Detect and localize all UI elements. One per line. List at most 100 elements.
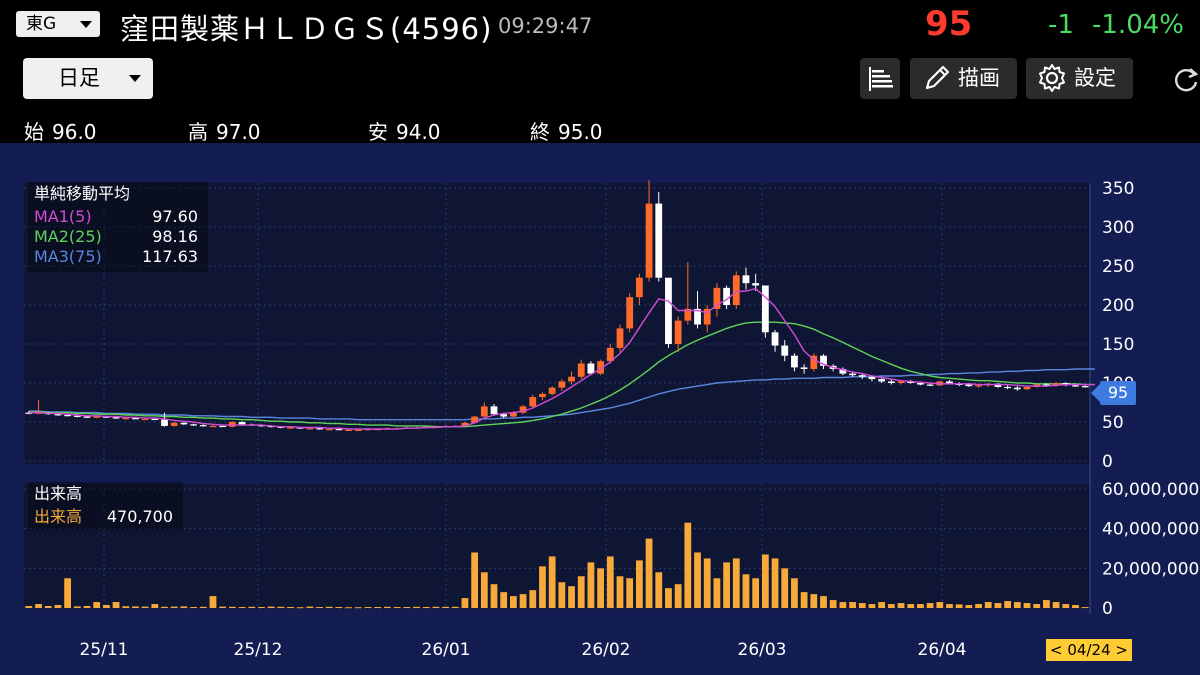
volume-bar xyxy=(1042,600,1050,608)
volume-bar xyxy=(461,598,469,608)
period-select[interactable]: 日足 xyxy=(23,58,153,99)
candle-body xyxy=(199,425,207,427)
volume-bar xyxy=(258,607,265,609)
y-tick-label: 250 xyxy=(1102,257,1134,277)
candle-body xyxy=(742,275,750,284)
volume-bar xyxy=(626,578,634,608)
high-value: 97.0 xyxy=(216,120,261,144)
candle-body xyxy=(732,275,740,305)
y-tick-label: 200 xyxy=(1102,296,1134,316)
period-label: 日足 xyxy=(58,66,100,90)
volume-bar xyxy=(267,606,275,608)
volume-bar xyxy=(616,576,624,608)
candle-body xyxy=(122,418,130,420)
stock-name: 窪田製薬ＨＬＤＧＳ xyxy=(120,12,391,46)
candle-body xyxy=(539,393,546,398)
candle-body xyxy=(1023,386,1031,390)
volume-bar xyxy=(946,604,953,608)
volume-bar xyxy=(442,606,449,608)
candle-body xyxy=(674,320,682,344)
volume-bar xyxy=(199,606,207,608)
candle-body xyxy=(587,363,595,374)
volume-bar xyxy=(665,588,672,608)
high-label: 高 xyxy=(188,120,208,144)
candle-body xyxy=(190,424,197,426)
candle-body xyxy=(849,373,856,376)
candle-body xyxy=(635,277,643,298)
candle-body xyxy=(500,414,508,417)
candle-body xyxy=(480,406,488,417)
volume-bar xyxy=(752,578,760,608)
indicator-list-button[interactable] xyxy=(860,58,900,99)
volume-bar xyxy=(955,604,963,608)
candle-body xyxy=(83,416,91,418)
draw-label: 描画 xyxy=(958,66,1000,90)
candle-body xyxy=(354,429,362,431)
volume-bar xyxy=(132,606,139,608)
candle-body xyxy=(132,418,139,420)
candle-body xyxy=(926,384,934,386)
volume-bar xyxy=(413,606,420,608)
volume-bar xyxy=(907,604,915,608)
volume-bar xyxy=(93,602,101,608)
volume-bar xyxy=(635,560,643,608)
volume-bar xyxy=(364,607,372,609)
ma3-label: MA3(75) xyxy=(34,247,102,266)
candle-body xyxy=(161,419,168,426)
price-change: -1 xyxy=(1048,10,1074,40)
ma1-label: MA1(5) xyxy=(34,207,92,226)
volume-tick-label: 0 xyxy=(1102,599,1113,619)
gear-icon xyxy=(1039,64,1065,92)
volume-bar xyxy=(219,606,227,608)
volume-bar xyxy=(723,562,730,608)
volume-bar xyxy=(897,603,905,608)
y-tick-label: 150 xyxy=(1102,335,1134,355)
candle-body xyxy=(112,417,120,419)
volume-bar xyxy=(432,606,440,608)
volume-bar xyxy=(694,552,701,608)
low-label: 安 xyxy=(368,120,388,144)
candle-body xyxy=(64,414,72,417)
date-navigator[interactable]: < 04/24 > xyxy=(1046,639,1132,661)
volume-bar xyxy=(1052,602,1060,608)
settings-button[interactable]: 設定 xyxy=(1026,58,1133,99)
low-value: 94.0 xyxy=(396,120,441,144)
volume-bar xyxy=(965,605,973,608)
ma3-value: 117.63 xyxy=(142,247,198,266)
candle-body xyxy=(800,367,808,369)
volume-bar xyxy=(451,606,459,608)
volume-bar xyxy=(25,606,33,608)
volume-bar xyxy=(112,602,120,608)
volume-bar xyxy=(810,594,818,608)
market-select[interactable]: 東G xyxy=(16,11,100,37)
volume-bar xyxy=(936,602,944,608)
candle-body xyxy=(878,379,886,382)
volume-bar xyxy=(248,606,256,608)
candle-body xyxy=(345,429,353,431)
candle-body xyxy=(93,416,101,418)
candle-body xyxy=(558,381,566,388)
volume-bar xyxy=(228,606,236,608)
volume-bar xyxy=(800,592,808,608)
volume-bar xyxy=(529,590,537,608)
stock-code: (4596) xyxy=(390,12,493,46)
volume-bar xyxy=(1033,604,1041,608)
chevron-down-icon xyxy=(80,21,92,28)
volume-bar xyxy=(781,568,789,608)
y-tick-label: 350 xyxy=(1102,179,1134,199)
draw-button[interactable]: 描画 xyxy=(910,58,1017,99)
volume-bar xyxy=(926,603,934,608)
volume-bar xyxy=(287,607,294,609)
refresh-icon[interactable] xyxy=(1172,66,1200,94)
volume-bar xyxy=(791,578,798,608)
candle-body xyxy=(219,425,227,428)
volume-bar xyxy=(539,566,546,608)
volume-bar xyxy=(1062,604,1070,608)
candle-body xyxy=(54,414,62,416)
volume-bar xyxy=(674,584,682,608)
candle-body xyxy=(1013,387,1021,390)
x-tick-label: 25/12 xyxy=(234,640,283,660)
price-change-pct: -1.04% xyxy=(1092,10,1184,40)
volume-bar xyxy=(887,604,895,608)
candle-body xyxy=(73,415,81,417)
